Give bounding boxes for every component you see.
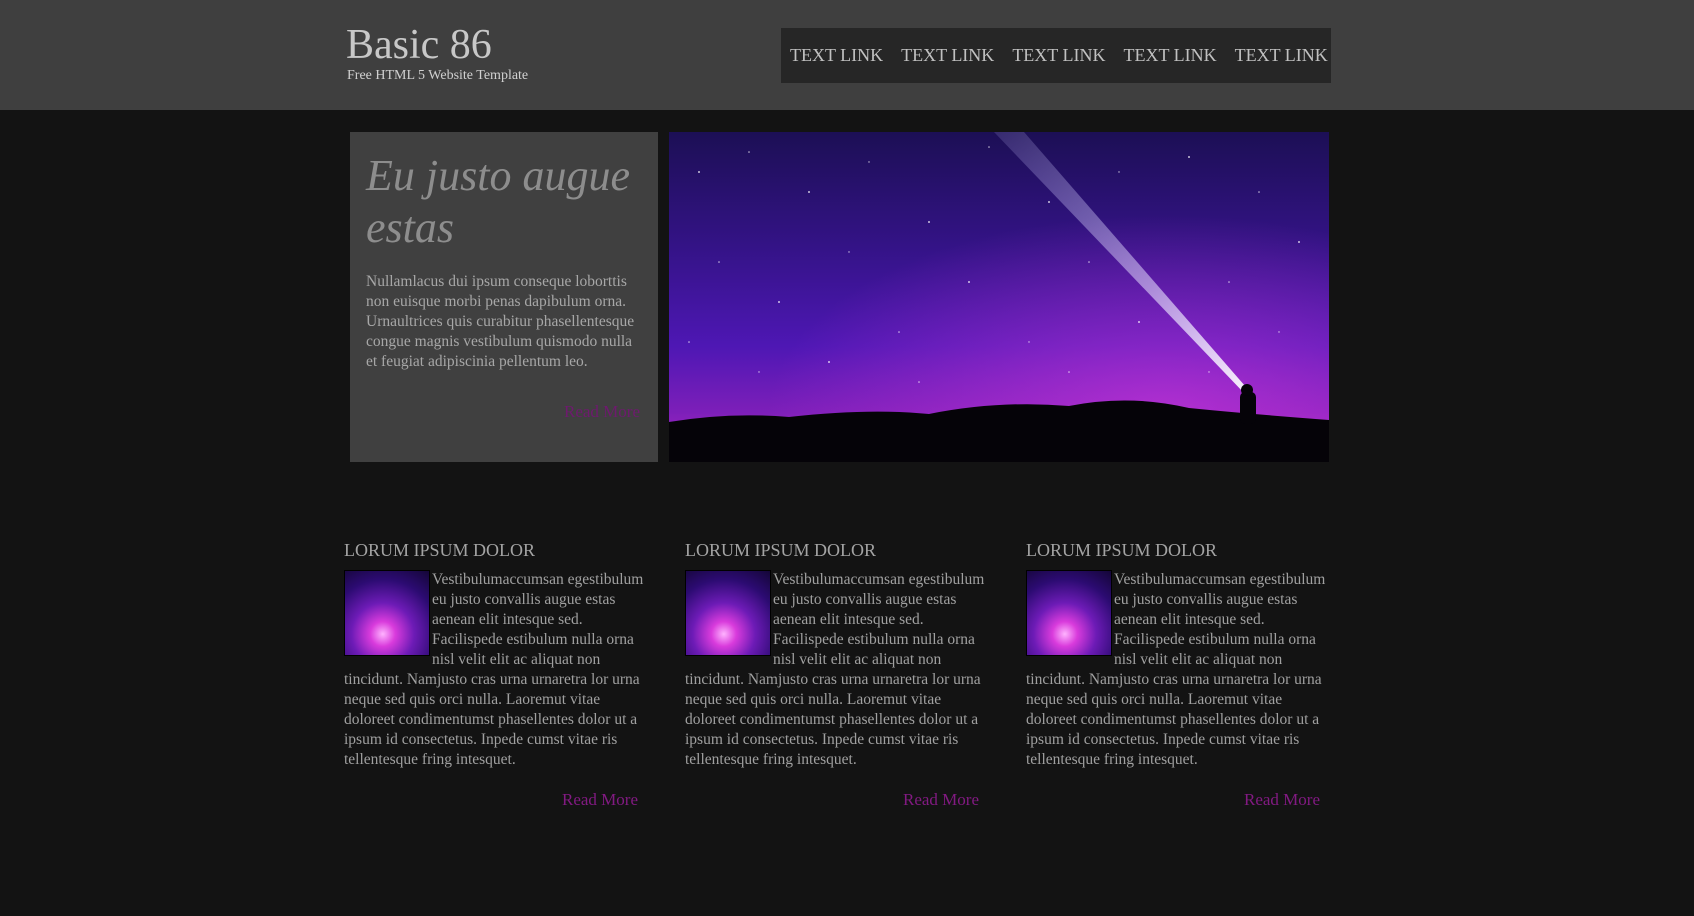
fiber-optic-thumbnail: [1026, 570, 1112, 656]
intro-text: Nullamlacus dui ipsum conseque loborttis…: [366, 273, 635, 370]
nav-link-4[interactable]: TEXT LINK: [1123, 45, 1216, 66]
intro-read-more-link[interactable]: Read More: [564, 402, 640, 422]
column-body: Vestibulumaccumsan egestibulum eu justo …: [344, 570, 644, 770]
hero-image: [669, 132, 1329, 462]
main-nav: TEXT LINK TEXT LINK TEXT LINK TEXT LINK …: [781, 28, 1331, 83]
hero-night-sky-illustration: [669, 132, 1329, 462]
intro-heading: Eu justo augue estas: [366, 151, 630, 252]
intro-panel: Eu justo augue estas Nullamlacus dui ips…: [350, 132, 658, 462]
column-heading: LORUM IPSUM DOLOR: [344, 540, 536, 560]
nav-link-1[interactable]: TEXT LINK: [790, 45, 883, 66]
column-body: Vestibulumaccumsan egestibulum eu justo …: [685, 570, 985, 770]
column-body: Vestibulumaccumsan egestibulum eu justo …: [1026, 570, 1326, 770]
column-read-more-link[interactable]: Read More: [1026, 790, 1320, 810]
column-read-more-link[interactable]: Read More: [685, 790, 979, 810]
site-title[interactable]: Basic 86: [346, 20, 492, 70]
feature-column-1: LORUM IPSUM DOLOR Vestibulumaccumsan ege…: [344, 538, 644, 810]
fiber-optic-thumbnail: [685, 570, 771, 656]
nav-link-3[interactable]: TEXT LINK: [1012, 45, 1105, 66]
feature-column-2: LORUM IPSUM DOLOR Vestibulumaccumsan ege…: [685, 538, 985, 810]
column-read-more-link[interactable]: Read More: [344, 790, 638, 810]
nav-link-2[interactable]: TEXT LINK: [901, 45, 994, 66]
feature-column-3: LORUM IPSUM DOLOR Vestibulumaccumsan ege…: [1026, 538, 1326, 810]
column-heading: LORUM IPSUM DOLOR: [685, 540, 877, 560]
site-header: Basic 86 Free HTML 5 Website Template TE…: [0, 0, 1694, 110]
site-subtitle: Free HTML 5 Website Template: [347, 68, 529, 83]
nav-link-5[interactable]: TEXT LINK: [1235, 45, 1328, 66]
fiber-optic-thumbnail: [344, 570, 430, 656]
column-heading: LORUM IPSUM DOLOR: [1026, 540, 1218, 560]
